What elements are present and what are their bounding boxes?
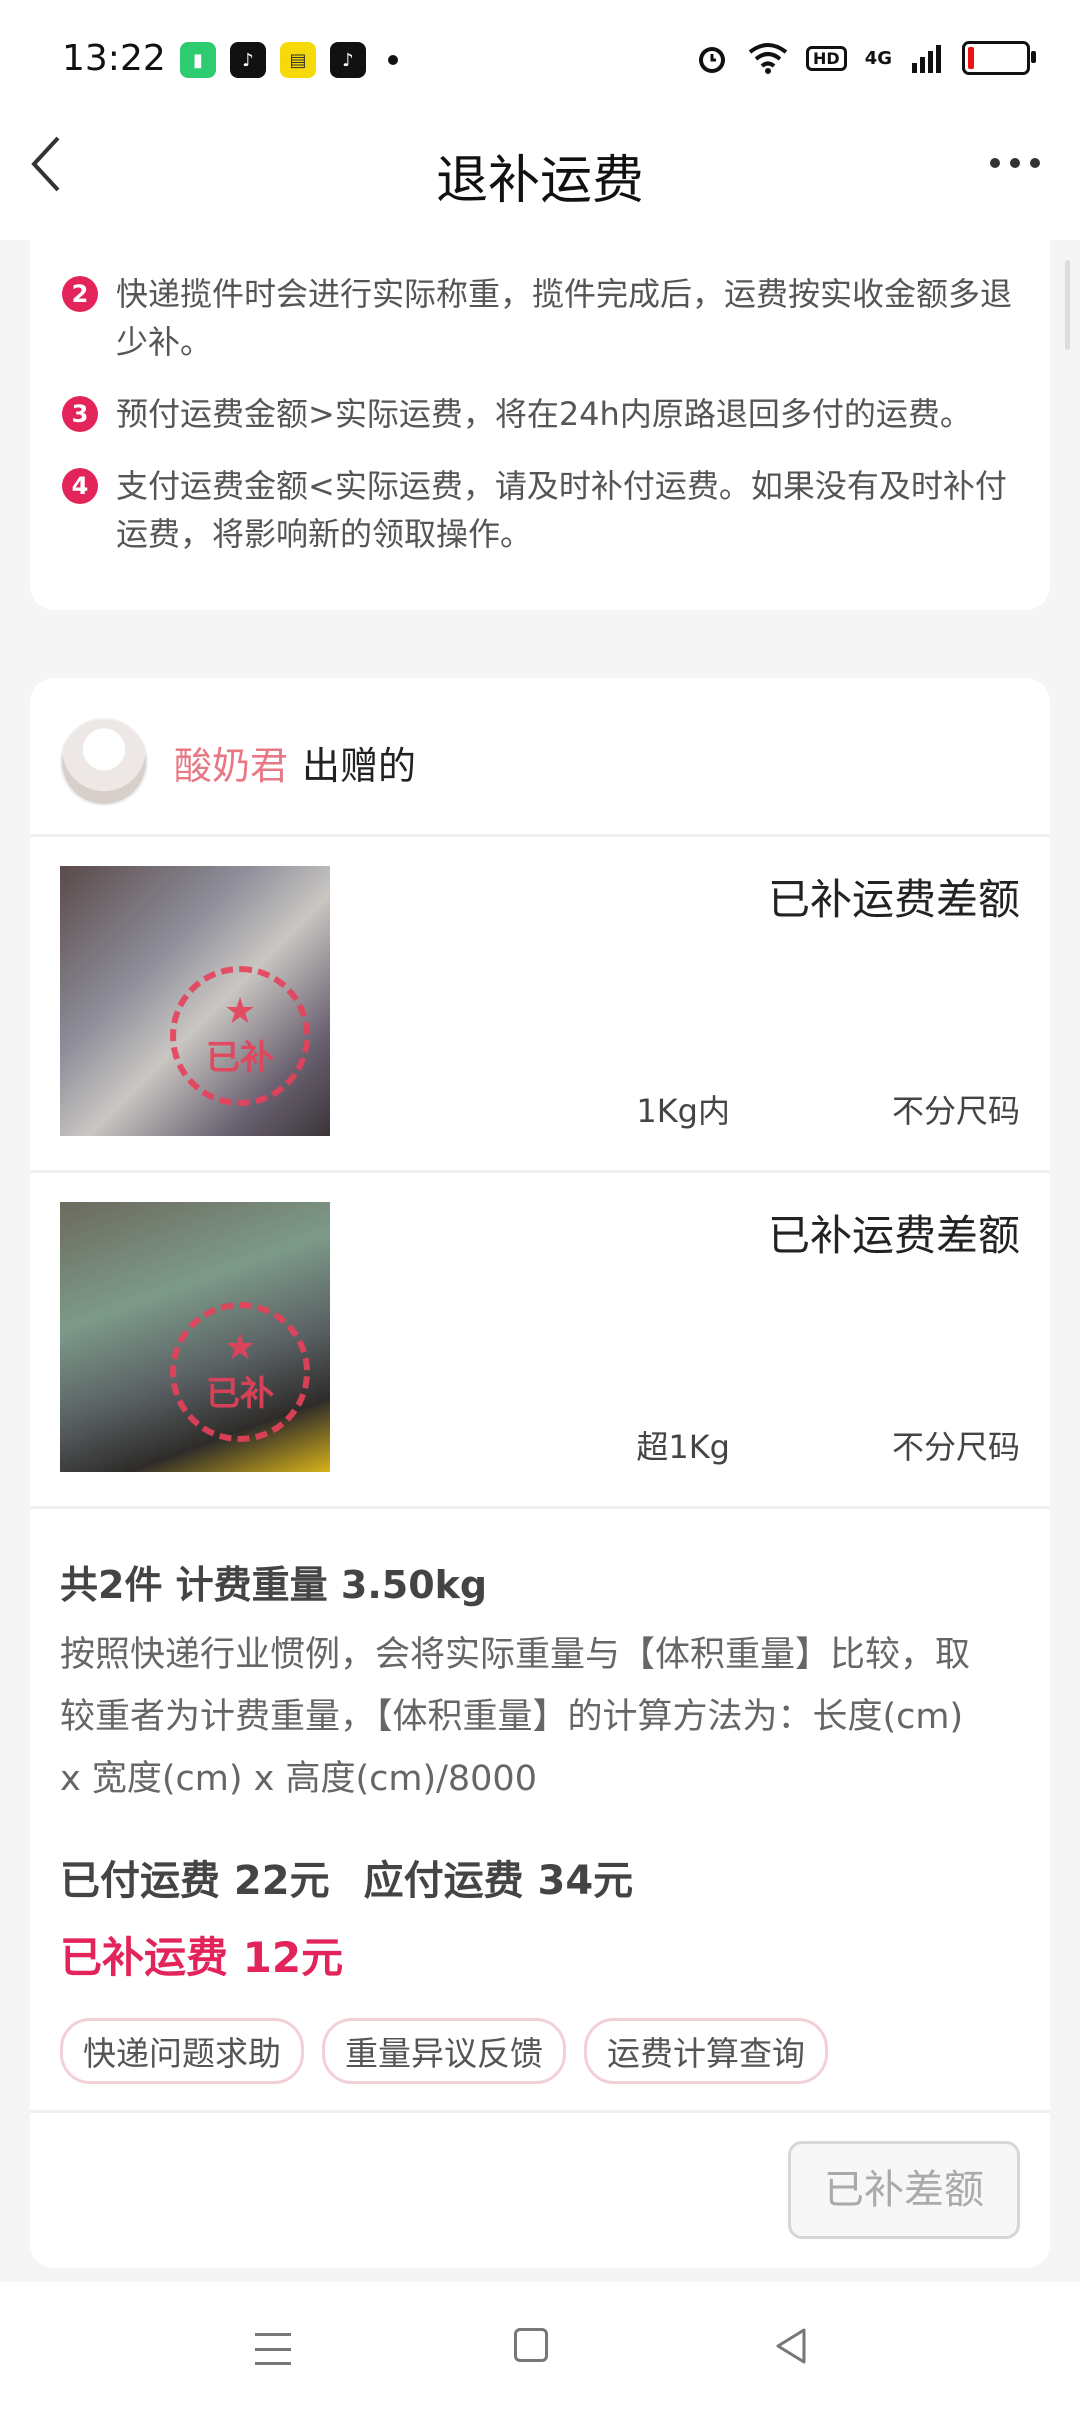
item-weight: 超1Kg [636, 1428, 730, 1466]
rule-number-badge: 4 [62, 468, 98, 504]
home-icon[interactable] [514, 2328, 548, 2362]
supplemented-stamp-icon: ★ 已补 [170, 1302, 310, 1442]
divider [30, 2110, 1050, 2113]
battery-app-icon: ▮ [180, 42, 216, 78]
list-item[interactable]: ★ 已补 已补运费差额 超1Kg 不分尺码 [30, 1172, 1050, 1472]
battery-icon [962, 41, 1036, 75]
item-weight: 1Kg内 [636, 1092, 730, 1130]
status-time: 13:22 [62, 38, 166, 79]
tiktok-icon: ♪ [230, 42, 266, 78]
divider [30, 1506, 1050, 1509]
rule-item: 2 快递揽件时会进行实际称重，揽件完成后，运费按实收金额多退少补。 [62, 270, 1020, 366]
list-item[interactable]: ★ 已补 已补运费差额 1Kg内 不分尺码 [30, 836, 1050, 1136]
rule-item: 4 支付运费金额<实际运费，请及时补付运费。如果没有及时补付运费，将影响新的领取… [62, 462, 1020, 558]
hd-icon: HD [806, 45, 847, 71]
notification-icons: ▮ ♪ ▤ ♪ [180, 42, 398, 78]
tag-weight-dispute[interactable]: 重量异议反馈 [322, 2018, 566, 2084]
rule-text: 支付运费金额<实际运费，请及时补付运费。如果没有及时补付运费，将影响新的领取操作… [116, 467, 1007, 553]
avatar[interactable] [60, 718, 148, 806]
item-status-title: 已补运费差额 [767, 875, 1020, 924]
recent-apps-icon[interactable] [255, 2333, 291, 2365]
item-size: 不分尺码 [891, 1428, 1020, 1466]
rule-text: 预付运费金额>实际运费，将在24h内原路退回多付的运费。 [116, 395, 972, 433]
tag-freight-query[interactable]: 运费计算查询 [584, 2018, 828, 2084]
more-notifications-icon [388, 55, 398, 65]
due-freight: 应付运费 34元 [363, 1858, 634, 1904]
tiktok-lite-icon: ♪ [330, 42, 366, 78]
giver-name[interactable]: 酸奶君 [174, 735, 288, 790]
rule-number-badge: 3 [62, 396, 98, 432]
rule-number-badge: 2 [62, 276, 98, 312]
item-size: 不分尺码 [891, 1092, 1020, 1130]
system-back-icon[interactable] [772, 2326, 812, 2366]
help-tags: 快递问题求助 重量异议反馈 运费计算查询 [60, 2018, 828, 2084]
item-status-title: 已补运费差额 [767, 1211, 1020, 1260]
page-title: 退补运费 [435, 151, 644, 211]
app-notification-icon: ▤ [280, 42, 316, 78]
scrollbar[interactable] [1065, 260, 1070, 350]
alarm-icon [699, 47, 726, 73]
rule-item: 3 预付运费金额>实际运费，将在24h内原路退回多付的运费。 [62, 390, 1020, 438]
system-status-icons: HD 4G [694, 40, 1036, 76]
wifi-icon [748, 43, 788, 74]
more-options-icon[interactable] [990, 158, 1040, 168]
supplemented-freight: 已补运费 12元 [60, 1933, 344, 1982]
paid-freight: 已付运费 22元 [60, 1858, 330, 1904]
item-thumbnail[interactable]: ★ 已补 [60, 866, 330, 1136]
giver-row[interactable]: 酸奶君 出赠的 [60, 718, 416, 806]
item-thumbnail[interactable]: ★ 已补 [60, 1202, 330, 1472]
order-card: 酸奶君 出赠的 ★ 已补 已补运费差额 1Kg内 不分尺码 ★ 已补 已补运费差额 … [30, 678, 1050, 2268]
billing-weight-description: 按照快递行业惯例，会将实际重量与【体积重量】比较，取较重者为计费重量，【体积重量… [60, 1635, 971, 1799]
supplemented-button[interactable]: 已补差额 [788, 2141, 1020, 2239]
rule-text: 快递揽件时会进行实际称重，揽件完成后，运费按实收金额多退少补。 [116, 275, 1013, 361]
signal-icon [912, 45, 941, 73]
shipping-rules-card: 2 快递揽件时会进行实际称重，揽件完成后，运费按实收金额多退少补。 3 预付运费… [30, 240, 1050, 610]
giver-suffix: 出赠的 [302, 743, 417, 788]
tag-delivery-help[interactable]: 快递问题求助 [60, 2018, 304, 2084]
supplemented-stamp-icon: ★ 已补 [170, 966, 310, 1106]
network-type-icon: 4G [864, 47, 892, 69]
billing-weight-summary: 共2件 计费重量 3.50kg [60, 1563, 488, 1607]
freight-amounts: 已付运费 22元 应付运费 34元 [60, 1848, 633, 1906]
